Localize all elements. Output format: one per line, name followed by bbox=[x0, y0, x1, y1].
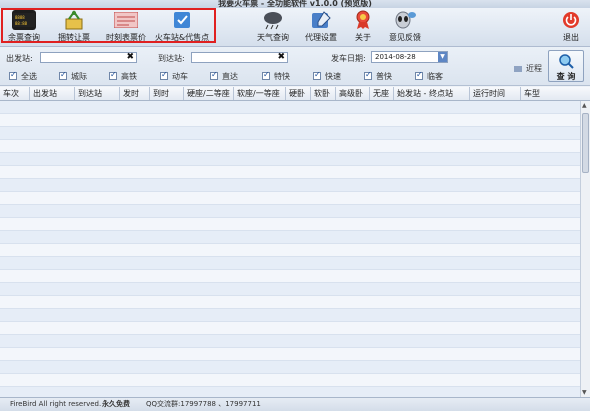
nearby-icon bbox=[514, 65, 522, 72]
alien-feedback-icon bbox=[393, 10, 417, 30]
filter-fast[interactable]: 快速 bbox=[313, 70, 341, 81]
copyright-text: FireBird All right reserved. bbox=[10, 400, 102, 408]
clear-to-icon[interactable]: ✖ bbox=[277, 52, 285, 62]
results-table-header: 车次 出发站 到达站 发时 到时 硬座/二等座 软座/一等座 硬卧 软卧 高级卧… bbox=[0, 87, 590, 101]
table-row[interactable] bbox=[0, 296, 580, 309]
date-label: 发车日期: bbox=[331, 54, 366, 63]
column-header[interactable]: 发时 bbox=[120, 87, 150, 100]
table-row[interactable] bbox=[0, 270, 580, 283]
chevron-down-icon[interactable]: ▼ bbox=[438, 52, 447, 62]
column-header[interactable]: 高级卧 bbox=[336, 87, 370, 100]
filter-express[interactable]: 特快 bbox=[262, 70, 290, 81]
table-row[interactable] bbox=[0, 374, 580, 387]
proxy-settings-button[interactable]: 代理设置 bbox=[303, 10, 339, 44]
table-row[interactable] bbox=[0, 322, 580, 335]
table-row[interactable] bbox=[0, 283, 580, 296]
weather-button[interactable]: 天气查询 bbox=[255, 10, 291, 44]
from-station-input[interactable]: ✖ bbox=[40, 52, 137, 63]
column-header[interactable]: 到达站 bbox=[75, 87, 120, 100]
column-header[interactable]: 始发站 - 终点站 bbox=[394, 87, 470, 100]
column-header[interactable]: 车次 bbox=[0, 87, 30, 100]
table-row[interactable] bbox=[0, 309, 580, 322]
table-row[interactable] bbox=[0, 166, 580, 179]
from-station-label: 出发站: bbox=[6, 54, 33, 63]
table-row[interactable] bbox=[0, 179, 580, 192]
about-button[interactable]: 关于 bbox=[350, 10, 376, 44]
title-bar: 我要火车票 - 全功能软件 v1.0.0 (预览版) bbox=[0, 0, 590, 8]
exit-button[interactable]: 退出 bbox=[558, 10, 584, 44]
checkbox[interactable] bbox=[109, 70, 117, 80]
filter-intercity[interactable]: 城际 bbox=[59, 70, 87, 81]
qq-group-text: QQ交流群:17997788 、17997711 bbox=[146, 400, 261, 408]
to-station-label: 到达站: bbox=[158, 54, 185, 63]
checkbox[interactable] bbox=[364, 70, 372, 80]
checkbox[interactable] bbox=[9, 70, 17, 80]
column-header[interactable]: 运行时间 bbox=[470, 87, 521, 100]
table-row[interactable] bbox=[0, 205, 580, 218]
checkbox[interactable] bbox=[415, 70, 423, 80]
filter-direct[interactable]: 直达 bbox=[210, 70, 238, 81]
column-header[interactable]: 软卧 bbox=[311, 87, 336, 100]
scrollbar-thumb[interactable] bbox=[582, 113, 589, 173]
date-picker[interactable]: 2014-08-28 ▼ bbox=[371, 51, 448, 63]
table-row[interactable] bbox=[0, 244, 580, 257]
column-header[interactable]: 车型 bbox=[521, 87, 585, 100]
table-row[interactable] bbox=[0, 153, 580, 166]
table-row[interactable] bbox=[0, 231, 580, 244]
feedback-button[interactable]: 意见反馈 bbox=[385, 10, 425, 44]
status-bar: FireBird All right reserved. 永久免费 QQ交流群:… bbox=[0, 397, 590, 411]
table-row[interactable] bbox=[0, 101, 580, 114]
table-row[interactable] bbox=[0, 140, 580, 153]
table-row[interactable] bbox=[0, 114, 580, 127]
nearby-toggle[interactable]: 近程 bbox=[514, 63, 542, 74]
checkbox[interactable] bbox=[59, 70, 67, 80]
highlight-box bbox=[1, 8, 216, 43]
table-row[interactable] bbox=[0, 335, 580, 348]
weather-icon bbox=[261, 10, 285, 30]
table-row[interactable] bbox=[0, 218, 580, 231]
proxy-settings-icon bbox=[309, 10, 333, 30]
checkbox[interactable] bbox=[313, 70, 321, 80]
vertical-scrollbar[interactable]: ▲ ▼ bbox=[580, 101, 590, 397]
scroll-up-icon[interactable]: ▲ bbox=[582, 102, 587, 109]
filter-highspeed[interactable]: 高铁 bbox=[109, 70, 137, 81]
results-table-body[interactable] bbox=[0, 101, 580, 397]
power-icon bbox=[559, 10, 583, 30]
to-station-input[interactable]: ✖ bbox=[191, 52, 288, 63]
column-header[interactable]: 硬卧 bbox=[286, 87, 311, 100]
filter-all[interactable]: 全选 bbox=[9, 70, 37, 81]
column-header[interactable]: 无座 bbox=[370, 87, 394, 100]
column-header[interactable]: 到时 bbox=[150, 87, 184, 100]
filter-temporary[interactable]: 临客 bbox=[415, 70, 443, 81]
column-header[interactable]: 软座/一等座 bbox=[234, 87, 286, 100]
checkbox[interactable] bbox=[160, 70, 168, 80]
award-icon bbox=[351, 10, 375, 30]
table-row[interactable] bbox=[0, 257, 580, 270]
search-bar: 出发站: ✖ 到达站: ✖ 发车日期: 2014-08-28 ▼ 近程 bbox=[0, 47, 590, 86]
table-row[interactable] bbox=[0, 192, 580, 205]
table-row[interactable] bbox=[0, 348, 580, 361]
clear-from-icon[interactable]: ✖ bbox=[126, 52, 134, 62]
table-row[interactable] bbox=[0, 387, 580, 397]
column-header[interactable]: 硬座/二等座 bbox=[184, 87, 234, 100]
free-text: 永久免费 bbox=[102, 400, 130, 408]
filter-regular[interactable]: 普快 bbox=[364, 70, 392, 81]
checkbox[interactable] bbox=[210, 70, 218, 80]
table-row[interactable] bbox=[0, 127, 580, 140]
query-button[interactable]: 查 询 bbox=[548, 50, 584, 82]
checkbox[interactable] bbox=[262, 70, 270, 80]
search-icon bbox=[559, 54, 574, 69]
table-row[interactable] bbox=[0, 361, 580, 374]
scroll-down-icon[interactable]: ▼ bbox=[582, 389, 587, 396]
column-header[interactable]: 出发站 bbox=[30, 87, 75, 100]
filter-emu[interactable]: 动车 bbox=[160, 70, 188, 81]
